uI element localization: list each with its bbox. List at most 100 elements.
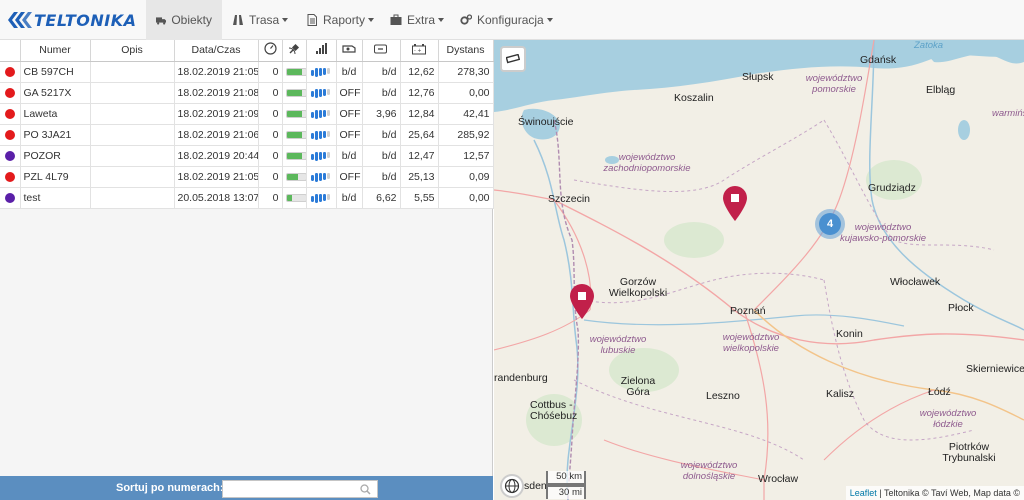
satellites-cell — [282, 145, 307, 167]
status-cell — [0, 187, 21, 209]
nav-konfiguracja-label: Konfiguracja — [477, 13, 544, 27]
map-label-zatoka: Zatoka — [914, 40, 944, 51]
col-dystans[interactable]: Dystans — [438, 40, 494, 62]
status-cell — [0, 124, 21, 146]
map-label-lubuskie-text: województwo lubuskie — [589, 334, 647, 356]
signal-icon — [315, 43, 327, 55]
satellites-cell — [282, 61, 307, 83]
numer-cell: Laweta — [20, 103, 91, 125]
speed-cell: 0 — [258, 187, 283, 209]
col-satellites[interactable] — [282, 40, 307, 62]
col-status[interactable] — [0, 40, 21, 62]
status-cell — [0, 103, 21, 125]
table-row[interactable]: Laweta 18.02.2019 21:09 0 OFF 3,96 12,84 42,41 — [0, 103, 494, 125]
col-gsm[interactable] — [306, 40, 337, 62]
layers-button[interactable] — [500, 474, 524, 498]
table-row[interactable]: test 20.05.2018 13:07 0 b/d 6,62 5,55 0,00 — [0, 187, 494, 209]
col-voltage[interactable] — [362, 40, 401, 62]
status-dot — [4, 150, 15, 161]
dystans-cell: 0,09 — [438, 166, 494, 188]
nav-konfiguracja[interactable]: Konfiguracja — [450, 0, 563, 40]
gsm-cell — [306, 145, 337, 167]
sort-input[interactable] — [222, 480, 378, 498]
numer-cell: test — [20, 187, 91, 209]
marker-cluster[interactable]: 4 — [815, 209, 845, 239]
col-data-czas[interactable]: Data/Czas — [174, 40, 259, 62]
voltage-cell: b/d — [362, 166, 401, 188]
table-row[interactable]: GA 5217X 18.02.2019 21:08 0 OFF b/d 12,76 0,00 — [0, 82, 494, 104]
table-row[interactable]: PO 3JA21 18.02.2019 21:06 0 OFF b/d 25,64 285,… — [0, 124, 494, 146]
teltonika-logo[interactable]: TELTONIKA — [6, 8, 137, 32]
col-numer[interactable]: Numer — [20, 40, 91, 62]
gsm-signal-icon — [311, 193, 330, 203]
col-ignition[interactable] — [336, 40, 363, 62]
table-row[interactable]: POZOR 18.02.2019 20:44 0 b/d b/d 12,47 12,57 — [0, 145, 494, 167]
satellites-cell — [282, 103, 307, 125]
map-view[interactable]: Zatoka Słupsk Gdańsk województwo pomorsk… — [494, 40, 1024, 500]
map-label-lodzkie: województwo łódzkie — [918, 408, 978, 430]
search-icon[interactable] — [360, 484, 371, 495]
dystans-cell: 0,00 — [438, 187, 494, 209]
map-label-wloclawek: Włocławek — [890, 276, 941, 288]
gsm-signal-icon — [311, 67, 330, 77]
map-label-sden: sden — [524, 480, 547, 492]
gsm-cell — [306, 61, 337, 83]
attribution-text: | Teltonika © Taví Web, Map data © — [876, 488, 1020, 498]
map-label-pomorskie-text: województwo pomorskie — [805, 73, 863, 95]
dystans-cell: 0,00 — [438, 82, 494, 104]
nav-trasa[interactable]: Trasa — [222, 0, 298, 40]
data-czas-cell: 18.02.2019 21:05 — [174, 166, 259, 188]
car-battery-icon: - + — [412, 43, 426, 55]
ruler-icon — [506, 54, 520, 64]
table-row[interactable]: CB 597CH 18.02.2019 21:05 0 b/d b/d 12,62 278,… — [0, 61, 494, 83]
numer-cell: PZL 4L79 — [20, 166, 91, 188]
col-speed[interactable] — [258, 40, 283, 62]
briefcase-icon — [390, 14, 402, 25]
battery-cell: 25,64 — [400, 124, 439, 146]
data-czas-cell: 18.02.2019 21:05 — [174, 61, 259, 83]
map-label-swinoujscie: Świnoujście — [518, 116, 574, 128]
gsm-signal-icon — [311, 130, 330, 140]
map-label-plock: Płock — [948, 302, 974, 314]
brand-name: TELTONIKA — [34, 10, 137, 30]
battery-cell: 12,84 — [400, 103, 439, 125]
nav-extra-label: Extra — [407, 13, 436, 27]
gsm-cell — [306, 124, 337, 146]
map-label-warminsko: warmińsk — [992, 108, 1024, 119]
nav-extra[interactable]: Extra — [380, 0, 454, 40]
leaflet-link[interactable]: Leaflet — [850, 488, 877, 498]
map-attribution: Leaflet | Teltonika © Taví Web, Map data… — [845, 486, 1024, 500]
numer-cell: GA 5217X — [20, 82, 91, 104]
map-label-poznan: Poznań — [730, 305, 766, 317]
ignition-cell: OFF — [336, 124, 363, 146]
map-tiles[interactable] — [494, 40, 1024, 500]
data-czas-cell: 20.05.2018 13:07 — [174, 187, 259, 209]
col-battery[interactable]: - + — [400, 40, 439, 62]
sort-bar: Sortuj po numerach: — [0, 476, 493, 500]
satellite-level-bar — [285, 88, 305, 97]
satellites-cell — [282, 166, 307, 188]
speed-cell: 0 — [258, 82, 283, 104]
opis-cell — [90, 145, 175, 167]
map-label-brandenburg: randenburg — [494, 372, 548, 384]
status-dot — [4, 129, 15, 140]
voltage-cell: b/d — [362, 145, 401, 167]
chevron-down-icon — [438, 18, 445, 22]
table-row[interactable]: PZL 4L79 18.02.2019 21:05 0 OFF b/d 25,13 0,09 — [0, 166, 494, 188]
col-opis[interactable]: Opis — [90, 40, 175, 62]
vehicle-marker-pin[interactable] — [722, 186, 748, 222]
map-label-gorzow: Gorzów Wielkopolski — [608, 276, 668, 299]
status-dot — [4, 108, 15, 119]
satellite-level-bar — [285, 130, 305, 139]
top-navbar: TELTONIKA Obiekty Trasa Raporty Extra Ko… — [0, 0, 1024, 40]
vehicle-marker-pin[interactable] — [569, 284, 595, 320]
dystans-cell: 12,57 — [438, 145, 494, 167]
status-dot — [4, 171, 15, 182]
nav-raporty[interactable]: Raporty — [296, 0, 384, 40]
svg-text:- +: - + — [414, 48, 422, 54]
map-label-dolnoslaskie: województwo dolnośląskie — [674, 460, 744, 482]
teltonika-logo-mark-icon — [8, 12, 32, 28]
nav-obiekty[interactable]: Obiekty — [146, 0, 222, 40]
ruler-button[interactable] — [500, 46, 526, 72]
speed-cell: 0 — [258, 61, 283, 83]
